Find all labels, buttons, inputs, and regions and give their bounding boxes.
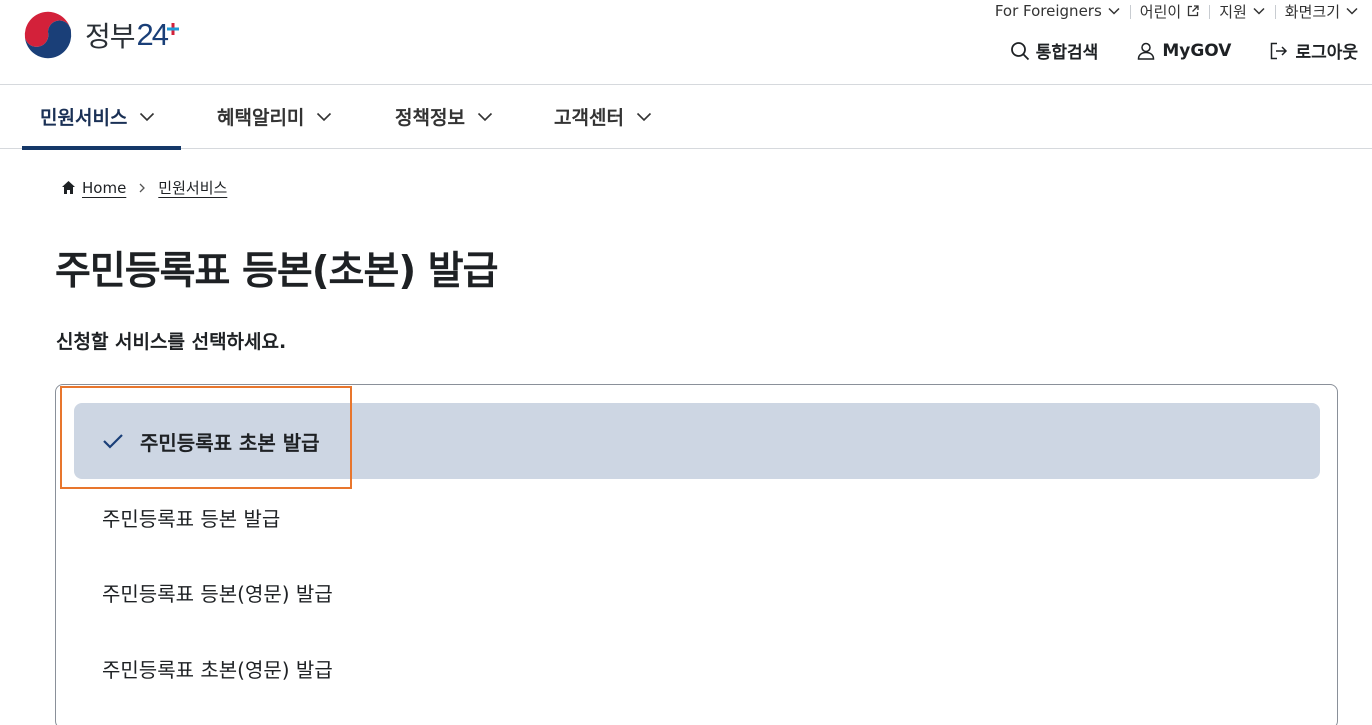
logout-button[interactable]: 로그아웃 (1269, 38, 1358, 63)
chevron-down-icon (140, 112, 155, 121)
chevron-down-icon (1346, 7, 1358, 15)
option-resident-abstract[interactable]: 주민등록표 초본 발급 (74, 403, 1320, 479)
utility-links: For Foreigners 어린이 지원 화면크기 (985, 0, 1358, 22)
logo-number: 24 (137, 17, 180, 53)
external-link-icon (1188, 5, 1199, 17)
logout-icon (1271, 42, 1288, 59)
home-icon (62, 181, 75, 194)
plus-icon (167, 23, 180, 35)
service-option-list: 주민등록표 초본 발급 주민등록표 등본 발급 주민등록표 등본(영문) 발급 … (55, 384, 1338, 725)
integrated-search-button[interactable]: 통합검색 (1010, 38, 1098, 63)
chevron-down-icon (1108, 7, 1120, 15)
nav-benefits-alert[interactable]: 혜택알리미 (217, 85, 332, 148)
mygov-button[interactable]: MyGOV (1136, 41, 1231, 61)
user-icon (1138, 42, 1155, 60)
nav-customer-center[interactable]: 고객센터 (554, 85, 652, 148)
header-actions: 통합검색 MyGOV 로그아웃 (972, 38, 1358, 63)
breadcrumb-home-link[interactable]: Home (82, 179, 126, 197)
kids-link[interactable]: 어린이 (1129, 1, 1209, 22)
main-navigation: 민원서비스 혜택알리미 정책정보 고객센터 (0, 85, 1372, 150)
for-foreigners-link[interactable]: For Foreigners (985, 2, 1130, 20)
support-menu[interactable]: 지원 (1209, 1, 1275, 22)
logo-wordmark: 정부 (85, 20, 136, 53)
site-header: 정부 24 For Foreigners 어린이 지원 화면크기 통합검색 My… (0, 0, 1372, 85)
nav-policy-info[interactable]: 정책정보 (395, 85, 493, 148)
chevron-right-icon (139, 183, 146, 192)
option-resident-abstract-english[interactable]: 주민등록표 초본(영문) 발급 (74, 630, 1320, 706)
breadcrumb-civil-services-link[interactable]: 민원서비스 (158, 177, 227, 198)
search-icon (1010, 41, 1029, 60)
screen-size-menu[interactable]: 화면크기 (1274, 1, 1358, 22)
chevron-down-icon (636, 112, 651, 121)
nav-civil-services[interactable]: 민원서비스 (22, 85, 181, 150)
chevron-down-icon (317, 112, 332, 121)
page-subtitle: 신청할 서비스를 선택하세요. (56, 331, 287, 353)
chevron-down-icon (477, 112, 492, 121)
option-resident-copy-english[interactable]: 주민등록표 등본(영문) 발급 (74, 554, 1320, 630)
breadcrumb: Home 민원서비스 (61, 177, 227, 198)
chevron-down-icon (1253, 7, 1265, 15)
page-title: 주민등록표 등본(초본) 발급 (55, 249, 498, 294)
option-resident-copy[interactable]: 주민등록표 등본 발급 (74, 479, 1320, 555)
taegeuk-logo-icon (22, 9, 74, 61)
site-logo[interactable]: 정부 24 (21, 8, 180, 62)
check-icon (103, 434, 123, 449)
